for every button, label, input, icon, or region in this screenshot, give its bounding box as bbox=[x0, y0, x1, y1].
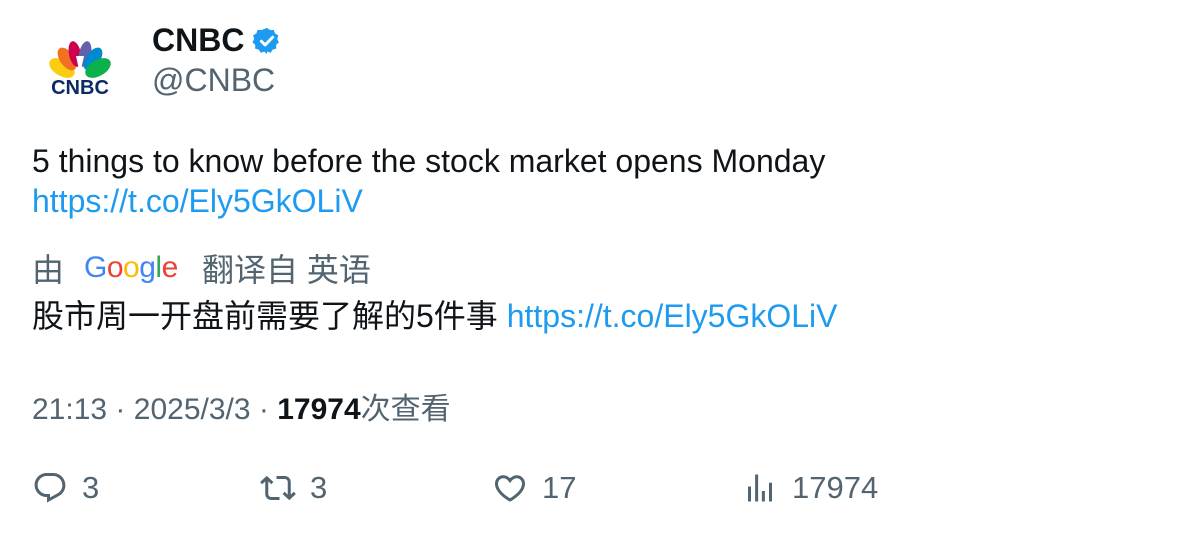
translated-link[interactable]: https://t.co/Ely5GkOLiV bbox=[507, 298, 838, 334]
translated-from-language: 翻译自 英语 bbox=[202, 252, 371, 288]
analytics-icon bbox=[748, 474, 772, 502]
google-logo-icon[interactable]: Google bbox=[84, 251, 182, 285]
svg-text:Google: Google bbox=[84, 251, 178, 284]
translated-by-prefix: 由 bbox=[32, 252, 65, 288]
author-handle[interactable]: @CNBC bbox=[152, 62, 275, 99]
translated-text: 股市周一开盘前需要了解的5件事 https://t.co/Ely5GkOLiV bbox=[32, 294, 838, 338]
meta-separator: · bbox=[258, 393, 269, 426]
display-name[interactable]: CNBC bbox=[152, 22, 244, 59]
author-name-row: CNBC bbox=[152, 22, 282, 59]
cnbc-peacock-logo: CNBC bbox=[49, 41, 111, 99]
tweet-date[interactable]: 2025/3/3 bbox=[134, 393, 251, 426]
retweet-icon bbox=[260, 475, 296, 501]
meta-separator: · bbox=[115, 393, 126, 426]
views-count: 17974 bbox=[792, 470, 879, 505]
like-button[interactable]: 17 bbox=[492, 470, 576, 506]
like-count: 17 bbox=[542, 470, 577, 505]
tweet-text: 5 things to know before the stock market… bbox=[32, 141, 825, 221]
svg-text:CNBC: CNBC bbox=[51, 77, 109, 99]
view-count: 17974 bbox=[277, 393, 361, 426]
reply-icon bbox=[34, 473, 66, 503]
retweet-count: 3 bbox=[310, 470, 328, 505]
retweet-button[interactable]: 3 bbox=[260, 470, 327, 506]
action-bar: 3 3 17 17974 bbox=[32, 470, 1162, 514]
reply-count: 3 bbox=[82, 470, 100, 505]
views-button[interactable]: 17974 bbox=[742, 470, 878, 506]
tweet-body: 5 things to know before the stock market… bbox=[32, 143, 826, 179]
tweet-meta: 21:13 · 2025/3/3 · 17974次查看 bbox=[32, 384, 451, 428]
tweet-time[interactable]: 21:13 bbox=[32, 393, 107, 426]
verified-badge-icon bbox=[252, 27, 280, 54]
heart-icon bbox=[494, 475, 526, 502]
translated-by: 由 Google 翻译自 英语 bbox=[32, 246, 371, 290]
reply-button[interactable]: 3 bbox=[32, 470, 99, 506]
avatar[interactable]: CNBC bbox=[32, 26, 128, 122]
views-label: 次查看 bbox=[360, 393, 451, 426]
tweet-link[interactable]: https://t.co/Ely5GkOLiV bbox=[32, 181, 825, 221]
translated-body: 股市周一开盘前需要了解的5件事 bbox=[32, 298, 498, 334]
